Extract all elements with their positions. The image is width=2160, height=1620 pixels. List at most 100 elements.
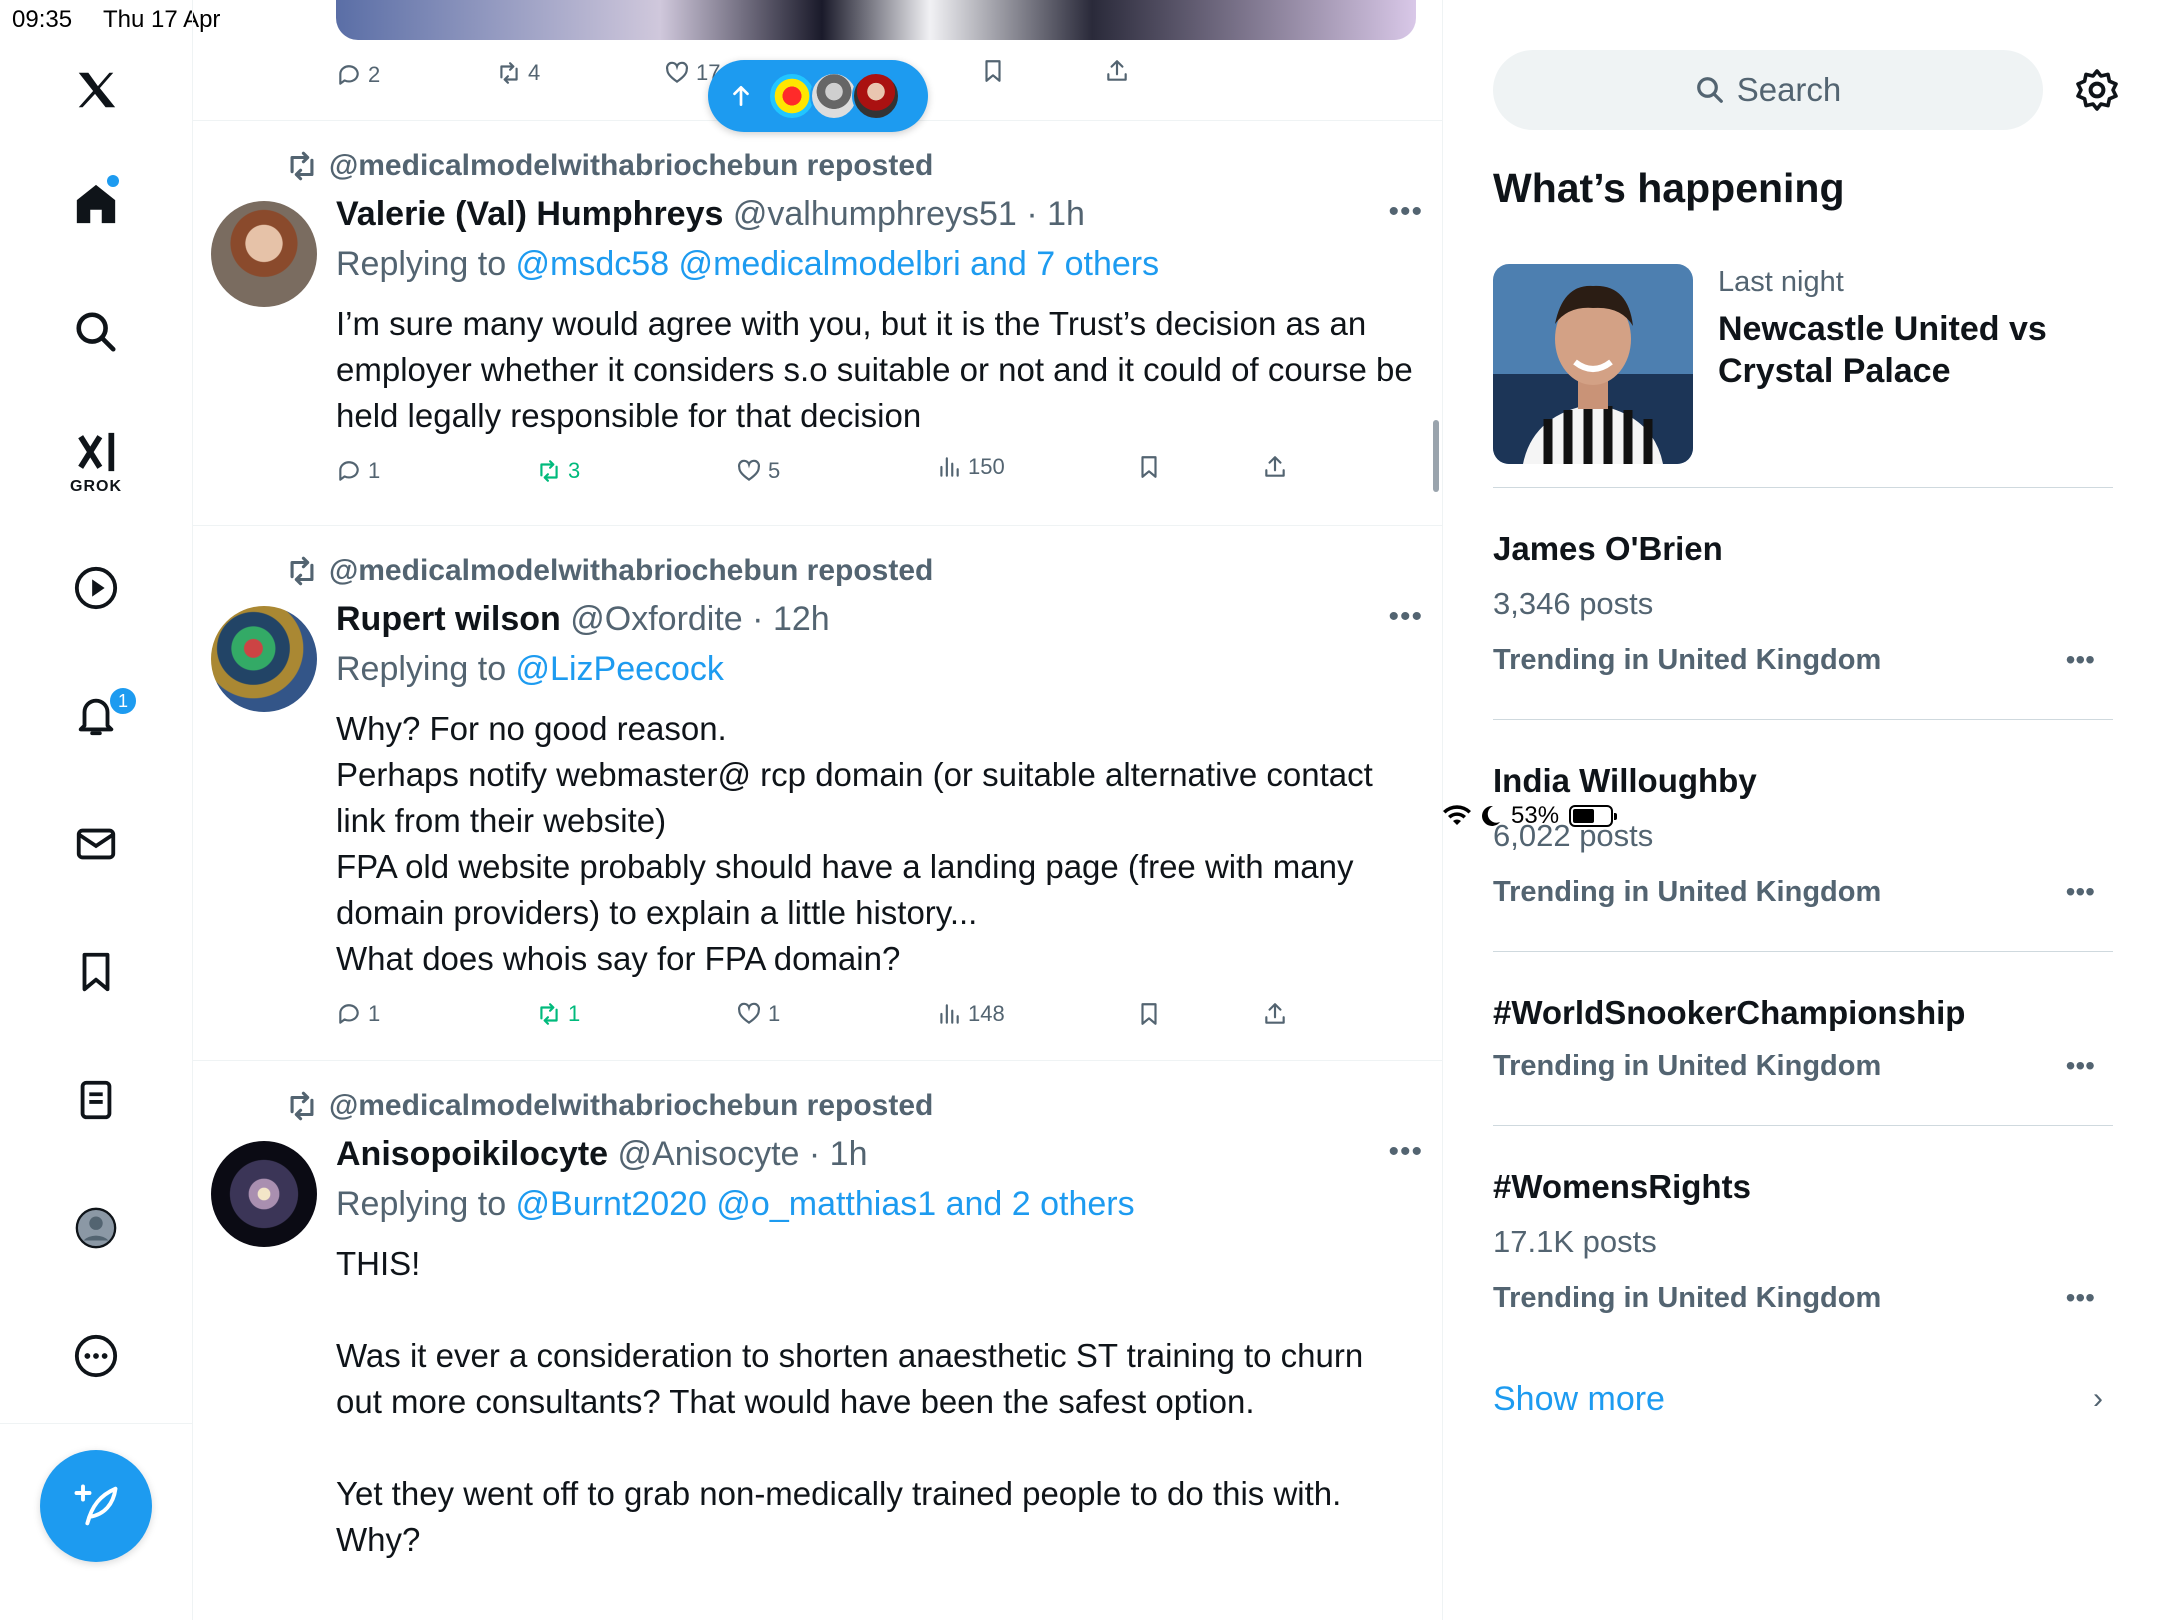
avatar [810, 72, 858, 120]
trend-count: 17.1K posts [1493, 1224, 1657, 1259]
profile-icon[interactable] [64, 1196, 128, 1260]
trend-more-button[interactable]: ••• [2066, 1282, 2095, 1314]
featured-subtitle: Last night [1718, 266, 1844, 298]
share-button[interactable] [1262, 454, 1288, 480]
chevron-right-icon[interactable]: › [2093, 1382, 2103, 1416]
trend-item[interactable]: India Willoughby 6,022 posts Trending in… [1493, 720, 2113, 952]
share-button[interactable] [1104, 58, 1130, 84]
timeline: 2 4 17 @medicalmodelwithabriochebun repo… [193, 0, 1443, 1620]
trend-location: Trending in United Kingdom [1493, 1282, 1882, 1314]
featured-title: Newcastle United vs Crystal Palace [1718, 310, 2047, 390]
repost-icon [290, 556, 314, 586]
author-name[interactable]: Valerie (Val) Humphreys [336, 195, 723, 233]
heart-icon [738, 459, 760, 481]
repost-icon [500, 62, 518, 84]
trend-count: 6,022 posts [1493, 818, 1654, 853]
trend-title: #WomensRights [1493, 1168, 1751, 1205]
like-button[interactable]: 1 [736, 1001, 780, 1027]
trend-title: #WorldSnookerChampionship [1493, 994, 1966, 1031]
trend-item[interactable]: #WorldSnookerChampionship Trending in Un… [1493, 952, 2113, 1126]
trend-more-button[interactable]: ••• [2066, 644, 2095, 676]
reply-count: 1 [368, 458, 381, 483]
avatar[interactable] [211, 201, 317, 307]
author-handle[interactable]: @valhumphreys51 [733, 195, 1017, 233]
bookmark-button[interactable] [1136, 454, 1162, 480]
replying-to-links[interactable]: @LizPeecock [516, 650, 724, 688]
tweet[interactable]: @medicalmodelwithabriochebun reposted Ru… [193, 526, 1442, 1061]
search-input[interactable]: Search [1493, 50, 2043, 130]
repost-button[interactable]: 4 [496, 60, 540, 86]
compose-button[interactable] [40, 1450, 152, 1562]
search-icon[interactable] [64, 300, 128, 364]
arrow-up-icon [733, 85, 749, 107]
author-name[interactable]: Rupert wilson [336, 600, 561, 638]
tweet-time[interactable]: · 12h [752, 600, 830, 638]
tweet-time[interactable]: · 1h [809, 1135, 868, 1173]
search-icon [1696, 77, 1723, 103]
reply-icon [339, 65, 359, 85]
trend-item[interactable]: James O'Brien 3,346 posts Trending in Un… [1493, 488, 2113, 720]
show-more-link[interactable]: Show more [1493, 1380, 1665, 1419]
new-posts-pill[interactable] [708, 60, 928, 132]
featured-image [1493, 264, 1693, 464]
repost-context: @medicalmodelwithabriochebun reposted [285, 1089, 933, 1123]
featured-trend[interactable]: Last night Newcastle United vs Crystal P… [1493, 264, 2113, 488]
replying-prefix: Replying to [336, 245, 516, 283]
views-button[interactable]: 148 [936, 1001, 1005, 1027]
x-logo-icon[interactable] [64, 58, 128, 122]
bookmark-icon[interactable] [64, 940, 128, 1004]
reply-icon [339, 1004, 359, 1024]
heart-icon [666, 61, 688, 83]
gear-icon[interactable] [2073, 66, 2121, 114]
replying-prefix: Replying to [336, 650, 516, 688]
tweet-time[interactable]: · 1h [1026, 195, 1085, 233]
reply-count: 2 [368, 62, 381, 87]
repost-by: @medicalmodelwithabriochebun reposted [329, 554, 934, 587]
share-button[interactable] [1262, 1001, 1288, 1027]
compose-feather-icon [74, 1484, 118, 1526]
lists-icon[interactable] [64, 1068, 128, 1132]
tweet[interactable]: @medicalmodelwithabriochebun reposted Va… [193, 121, 1442, 526]
more-icon[interactable] [64, 1324, 128, 1388]
bookmark-button[interactable] [1136, 1001, 1162, 1027]
trend-more-button[interactable]: ••• [2066, 1050, 2095, 1082]
reply-button[interactable]: 1 [336, 458, 380, 484]
views-button[interactable]: 150 [936, 454, 1005, 480]
scrollbar[interactable] [1433, 420, 1439, 492]
trend-more-button[interactable]: ••• [2066, 876, 2095, 908]
avatar [768, 72, 816, 120]
repost-button[interactable]: 1 [536, 1001, 580, 1027]
avatar[interactable] [211, 606, 317, 712]
grok-icon[interactable] [64, 420, 128, 484]
trend-count: 3,346 posts [1493, 586, 1654, 621]
home-unread-dot [107, 175, 119, 187]
repost-count: 1 [568, 1001, 581, 1026]
tweet-more-button[interactable]: ••• [1388, 600, 1423, 634]
section-title: What’s happening [1493, 165, 1845, 211]
author-name[interactable]: Anisopoikilocyte [336, 1135, 608, 1173]
trend-item[interactable]: #WomensRights 17.1K posts Trending in Un… [1493, 1126, 2113, 1358]
reply-button[interactable]: 1 [336, 1001, 380, 1027]
bookmark-button[interactable] [980, 58, 1006, 84]
author-handle[interactable]: @Anisocyte [618, 1135, 800, 1173]
top-tweet-media[interactable] [336, 0, 1416, 40]
tweet-header: Rupert wilson @Oxfordite · 12h [336, 600, 830, 639]
tweet-more-button[interactable]: ••• [1388, 1135, 1423, 1169]
avatar[interactable] [211, 1141, 317, 1247]
trend-location: Trending in United Kingdom [1493, 876, 1882, 908]
repost-button[interactable]: 3 [536, 458, 580, 484]
trend-title: James O'Brien [1493, 530, 1723, 567]
tweet-more-button[interactable]: ••• [1388, 195, 1423, 229]
like-button[interactable]: 5 [736, 458, 780, 484]
reply-button[interactable]: 2 [336, 62, 380, 88]
author-handle[interactable]: @Oxfordite [570, 600, 742, 638]
mail-icon[interactable] [64, 812, 128, 876]
replying-to-links[interactable]: @Burnt2020 @o_matthias1 and 2 others [516, 1185, 1135, 1223]
tweet[interactable]: @medicalmodelwithabriochebun reposted An… [193, 1061, 1442, 1620]
repost-context: @medicalmodelwithabriochebun reposted [285, 554, 933, 588]
tweet-body: I’m sure many would agree with you, but … [336, 305, 1413, 434]
repost-count: 4 [528, 60, 541, 85]
view-count: 148 [968, 1001, 1005, 1026]
replying-to-links[interactable]: @msdc58 @medicalmodelbri and 7 others [516, 245, 1160, 283]
video-icon[interactable] [64, 556, 128, 620]
